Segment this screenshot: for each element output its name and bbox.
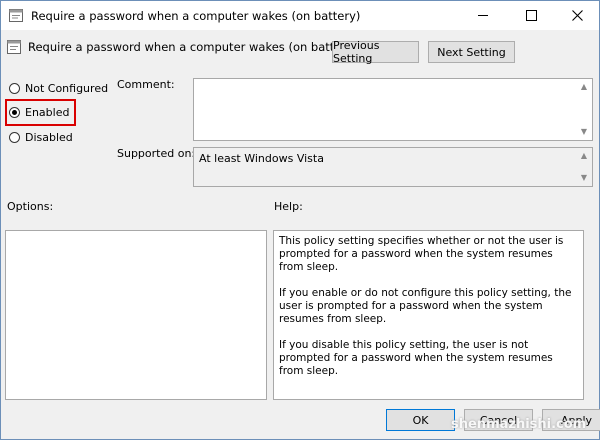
policy-icon (9, 9, 23, 22)
supported-on-field: At least Windows Vista ▲ ▼ (193, 147, 593, 187)
title-bar[interactable]: Require a password when a computer wakes… (1, 1, 599, 30)
help-scrollbar[interactable] (584, 230, 595, 400)
help-paragraph: If you disable this policy setting, the … (279, 339, 553, 377)
watermark: shenmazhishi.com (451, 417, 587, 432)
scroll-down-icon[interactable]: ▼ (579, 127, 589, 137)
scroll-up-icon[interactable]: ▲ (579, 151, 589, 161)
comment-field[interactable]: ▲ ▼ (193, 78, 593, 141)
comment-scrollbar[interactable]: ▲ ▼ (576, 79, 592, 140)
options-pane (5, 230, 267, 400)
maximize-button[interactable] (509, 1, 553, 30)
help-label: Help: (274, 200, 303, 213)
help-paragraph: If you enable or do not configure this p… (279, 287, 572, 325)
supported-scrollbar[interactable]: ▲ ▼ (576, 148, 592, 186)
supported-on-value: At least Windows Vista (199, 152, 324, 165)
previous-setting-button[interactable]: Previous Setting (332, 39, 419, 65)
scroll-up-icon[interactable]: ▲ (579, 82, 589, 92)
window-title: Require a password when a computer wakes… (31, 9, 361, 23)
highlight-box (5, 99, 76, 126)
maximize-icon (525, 10, 537, 21)
policy-setting-icon (7, 40, 21, 54)
radio-disabled[interactable]: Disabled (9, 129, 73, 145)
options-label: Options: (7, 200, 54, 213)
close-button[interactable] (555, 1, 599, 30)
radio-not-configured[interactable]: Not Configured (9, 80, 108, 96)
minimize-icon (478, 15, 488, 16)
comment-label: Comment: (117, 78, 175, 91)
help-pane: This policy setting specifies whether or… (273, 230, 584, 400)
radio-circle[interactable] (9, 82, 20, 94)
minimize-button[interactable] (461, 1, 505, 30)
radio-label: Disabled (25, 130, 73, 144)
ok-button[interactable]: OK (386, 409, 455, 431)
policy-dialog: Require a password when a computer wakes… (0, 0, 600, 440)
radio-label: Not Configured (25, 81, 109, 95)
setting-title: Require a password when a computer wakes… (28, 40, 358, 54)
supported-on-label: Supported on: (117, 147, 196, 160)
next-setting-button[interactable]: Next Setting (428, 41, 515, 63)
scroll-down-icon[interactable]: ▼ (579, 173, 589, 183)
help-paragraph: This policy setting specifies whether or… (279, 235, 564, 273)
close-icon (571, 10, 583, 21)
radio-circle[interactable] (9, 131, 20, 143)
